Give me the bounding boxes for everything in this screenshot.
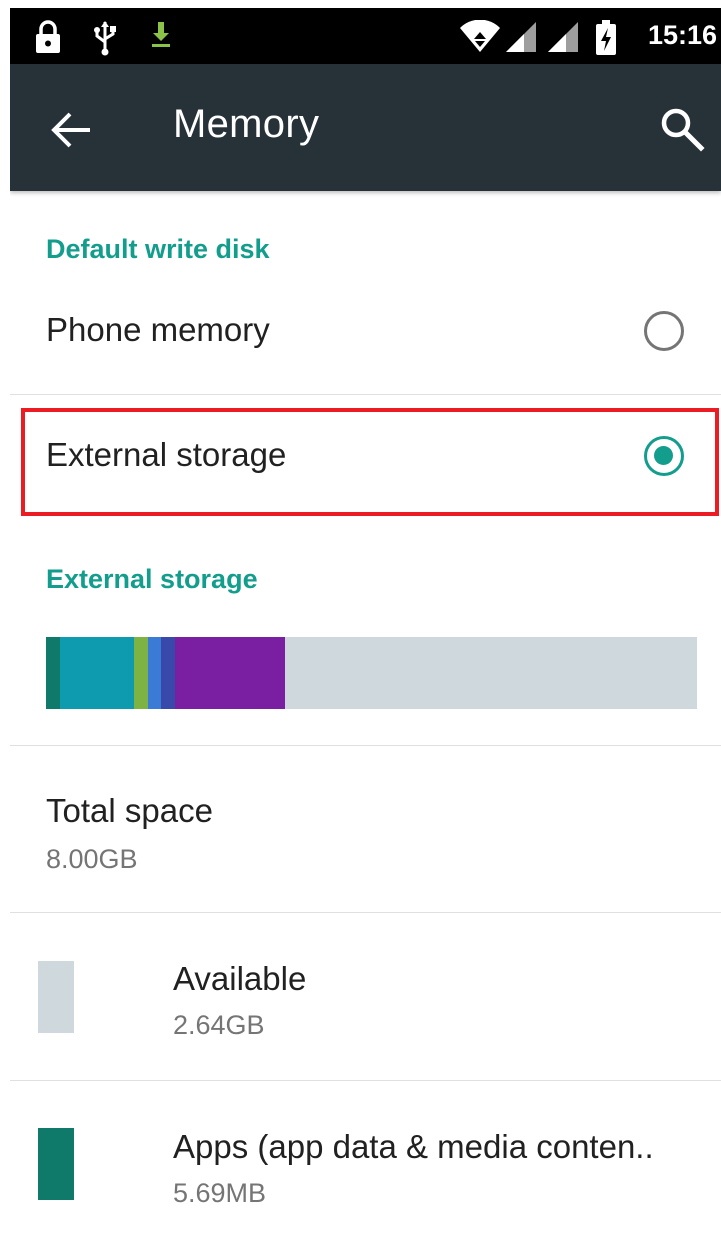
radio-button-unchecked[interactable] [644, 311, 684, 351]
item-value: 2.64GB [173, 1010, 265, 1040]
storage-bar-segment [46, 637, 60, 709]
option-phone-memory[interactable]: Phone memory [10, 271, 721, 395]
storage-bar-segment [285, 637, 697, 709]
page-title: Memory [173, 102, 320, 146]
app-bar: Memory [10, 64, 721, 191]
signal-icon [506, 22, 536, 52]
color-swatch-available [38, 961, 74, 1033]
section-header-external-storage: External storage [46, 564, 258, 594]
search-icon[interactable] [655, 102, 709, 156]
divider [10, 394, 721, 395]
storage-bar-segment [161, 637, 175, 709]
arrow-back-icon[interactable] [46, 104, 98, 156]
total-space-label: Total space [46, 792, 213, 829]
status-bar: 15:16 [10, 8, 721, 64]
storage-bar-segment [147, 637, 162, 709]
storage-bar-segment [59, 637, 134, 709]
battery-charging-icon [596, 20, 616, 55]
total-space-value: 8.00GB [46, 844, 138, 874]
signal-icon [548, 22, 578, 52]
divider [10, 912, 721, 913]
storage-bar-segment [133, 637, 148, 709]
usb-icon [94, 21, 116, 56]
option-label: Phone memory [46, 311, 270, 348]
status-time: 15:16 [647, 20, 717, 50]
item-label: Apps (app data & media conten.. [173, 1128, 654, 1165]
item-value: 5.69MB [173, 1178, 267, 1208]
item-label: Available [173, 960, 307, 997]
divider [10, 745, 721, 746]
storage-usage-bar [46, 637, 697, 709]
lock-icon [36, 20, 60, 53]
settings-screen: 15:16 Memory Default write disk Phone me… [10, 8, 721, 1241]
section-header-default-write-disk: Default write disk [46, 234, 270, 264]
download-icon [152, 22, 170, 47]
highlight-annotation [21, 408, 719, 516]
divider [10, 1080, 721, 1081]
color-swatch-apps [38, 1128, 74, 1200]
wifi-icon [460, 20, 500, 52]
storage-bar-segment [174, 637, 286, 709]
